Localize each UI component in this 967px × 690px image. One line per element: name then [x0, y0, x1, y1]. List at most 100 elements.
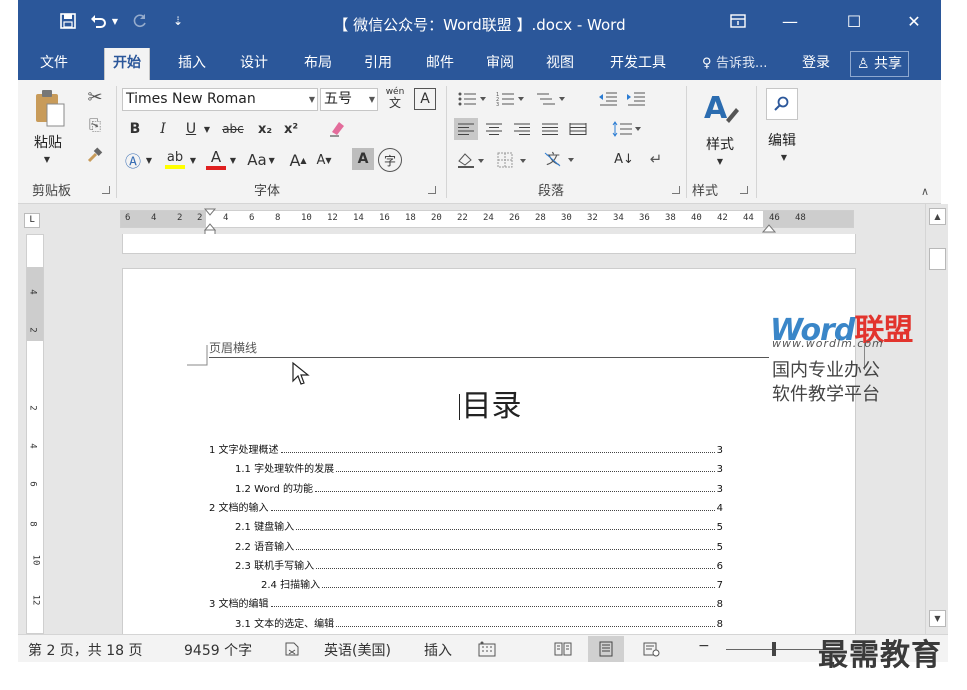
editing-button[interactable]: 编辑: [768, 130, 796, 150]
multilevel-list-icon[interactable]: [532, 88, 570, 110]
format-painter-icon[interactable]: [84, 144, 106, 166]
italic-button[interactable]: I: [152, 118, 174, 140]
tab-mailings[interactable]: 邮件: [418, 48, 462, 80]
toc-entry[interactable]: 2 文档的输入 4: [209, 497, 723, 514]
scroll-thumb[interactable]: [929, 248, 946, 270]
superscript-button[interactable]: x²: [280, 118, 302, 140]
paste-icon[interactable]: [30, 86, 70, 130]
horizontal-ruler[interactable]: 6 4 2 2 4 6 8 10 12 14 16 18 20 22 24 26 28 30 32 34 36 38 40 4…: [120, 210, 854, 228]
print-layout-icon[interactable]: [597, 641, 615, 661]
redo-icon[interactable]: [128, 9, 152, 33]
customize-qat-icon[interactable]: ⇣: [170, 9, 186, 33]
word-count[interactable]: 9459 个字: [184, 640, 252, 660]
shading-icon[interactable]: [454, 148, 490, 172]
justify-icon[interactable]: [538, 118, 562, 140]
styles-button[interactable]: 样式: [706, 134, 734, 154]
styles-dropdown-icon[interactable]: ▼: [714, 156, 726, 166]
tab-home[interactable]: 开始: [104, 48, 150, 81]
font-name-select[interactable]: Times New Roman ▼: [122, 88, 318, 111]
login-link[interactable]: 登录: [802, 48, 830, 80]
highlight-dropdown-icon[interactable]: ▼: [188, 150, 198, 170]
cut-icon[interactable]: ✂: [84, 86, 106, 108]
page-count[interactable]: 第 2 页，共 18 页: [28, 640, 143, 660]
highlight-icon[interactable]: ab: [162, 146, 188, 172]
toc-entry[interactable]: 3.1 文本的选定、编辑 8: [235, 613, 723, 630]
collapse-ribbon-icon[interactable]: ∧: [918, 184, 932, 198]
copy-icon[interactable]: ⎘: [84, 114, 106, 136]
toc-entry[interactable]: 1 文字处理概述 3: [209, 439, 723, 456]
tab-layout[interactable]: 布局: [296, 48, 340, 80]
editing-dropdown-icon[interactable]: ▼: [778, 152, 790, 162]
undo-dropdown-icon[interactable]: ▼: [110, 9, 120, 33]
align-left-icon[interactable]: [454, 118, 478, 140]
toc-entry[interactable]: 2.4 扫描输入 7: [261, 574, 723, 591]
tab-selector-button[interactable]: L: [24, 213, 40, 228]
zoom-slider[interactable]: [726, 649, 826, 650]
underline-button[interactable]: U: [180, 118, 202, 140]
subscript-button[interactable]: x₂: [254, 118, 276, 140]
shrink-font-button[interactable]: A ▼: [312, 148, 336, 172]
styles-icon[interactable]: A: [698, 86, 742, 130]
change-case-button[interactable]: Aa ▼: [244, 148, 278, 172]
insert-mode[interactable]: 插入: [424, 640, 452, 660]
strikethrough-button[interactable]: abc: [216, 118, 250, 140]
show-marks-icon[interactable]: ↵: [644, 146, 668, 172]
font-launcher-icon[interactable]: [428, 186, 436, 194]
phonetic-guide-button[interactable]: wén 文: [382, 84, 408, 112]
right-indent-marker-icon[interactable]: [762, 220, 776, 234]
text-effects-icon[interactable]: Ⓐ: [122, 148, 144, 172]
enclose-characters-button[interactable]: 字: [378, 148, 402, 172]
distributed-icon[interactable]: [566, 118, 590, 140]
styles-launcher-icon[interactable]: [740, 186, 748, 194]
clipboard-launcher-icon[interactable]: [102, 186, 110, 194]
close-button[interactable]: ✕: [894, 8, 934, 34]
ribbon-display-icon[interactable]: [718, 8, 758, 34]
text-effects-dropdown-icon[interactable]: ▼: [144, 150, 154, 170]
toc-entry[interactable]: 2.3 联机手写输入 6: [235, 555, 723, 572]
tab-design[interactable]: 设计: [232, 48, 276, 80]
paste-label[interactable]: 粘贴: [34, 132, 62, 152]
toc-entry[interactable]: 1.1 字处理软件的发展 3: [235, 458, 723, 475]
read-mode-icon[interactable]: [554, 641, 572, 661]
paragraph-launcher-icon[interactable]: [672, 186, 680, 194]
toc-entry[interactable]: 3 文档的编辑 8: [209, 593, 723, 610]
web-layout-icon[interactable]: [642, 641, 660, 661]
toc-entry[interactable]: 2.1 键盘输入 5: [235, 516, 723, 533]
tab-insert[interactable]: 插入: [170, 48, 214, 80]
language-indicator[interactable]: 英语(美国): [324, 640, 391, 660]
scroll-up-icon[interactable]: ▲: [929, 208, 946, 225]
document-area[interactable]: 4 2 2 4 6 8 10 12 页眉横线 目录 1 文字处理概述 3 1.1 字处理软件的发展…: [18, 234, 925, 634]
macro-record-icon[interactable]: [478, 641, 496, 661]
maximize-button[interactable]: ☐: [834, 8, 874, 34]
tab-developer[interactable]: 开发工具: [602, 48, 674, 80]
underline-dropdown-icon[interactable]: ▼: [202, 120, 212, 138]
line-spacing-icon[interactable]: [610, 118, 644, 140]
tab-view[interactable]: 视图: [538, 48, 582, 80]
align-center-icon[interactable]: [482, 118, 506, 140]
bullets-icon[interactable]: [456, 88, 490, 110]
chinese-layout-icon[interactable]: 文: [542, 146, 582, 172]
font-color-icon[interactable]: A: [204, 146, 228, 172]
numbering-icon[interactable]: 123: [494, 88, 528, 110]
borders-icon[interactable]: [494, 148, 534, 172]
paste-dropdown-icon[interactable]: ▼: [40, 154, 54, 164]
undo-icon[interactable]: [86, 9, 110, 33]
vertical-ruler[interactable]: 4 2 2 4 6 8 10 12: [26, 234, 44, 634]
bold-button[interactable]: B: [124, 118, 146, 140]
zoom-out-button[interactable]: −: [698, 638, 710, 654]
grow-font-button[interactable]: A ▲: [286, 148, 310, 172]
tab-references[interactable]: 引用: [356, 48, 400, 80]
indent-marker-icon[interactable]: [202, 206, 218, 236]
font-color-dropdown-icon[interactable]: ▼: [228, 150, 238, 170]
tell-me-box[interactable]: ♀ 告诉我...: [702, 48, 767, 80]
proofing-icon[interactable]: [284, 641, 300, 661]
toc-entry[interactable]: 1.2 Word 的功能 3: [235, 478, 723, 495]
document-page[interactable]: 页眉横线 目录 1 文字处理概述 3 1.1 字处理软件的发展 3 1.2 Word 的…: [122, 268, 856, 634]
vertical-scrollbar[interactable]: ▲ ▼: [925, 204, 948, 634]
decrease-indent-icon[interactable]: [596, 88, 620, 110]
search-icon[interactable]: [766, 88, 798, 120]
toc-entry[interactable]: 2.2 语音输入 5: [235, 536, 723, 553]
share-button[interactable]: ♙ 共享: [850, 51, 910, 77]
font-size-select[interactable]: 五号 ▼: [320, 88, 378, 111]
save-icon[interactable]: [56, 9, 80, 33]
